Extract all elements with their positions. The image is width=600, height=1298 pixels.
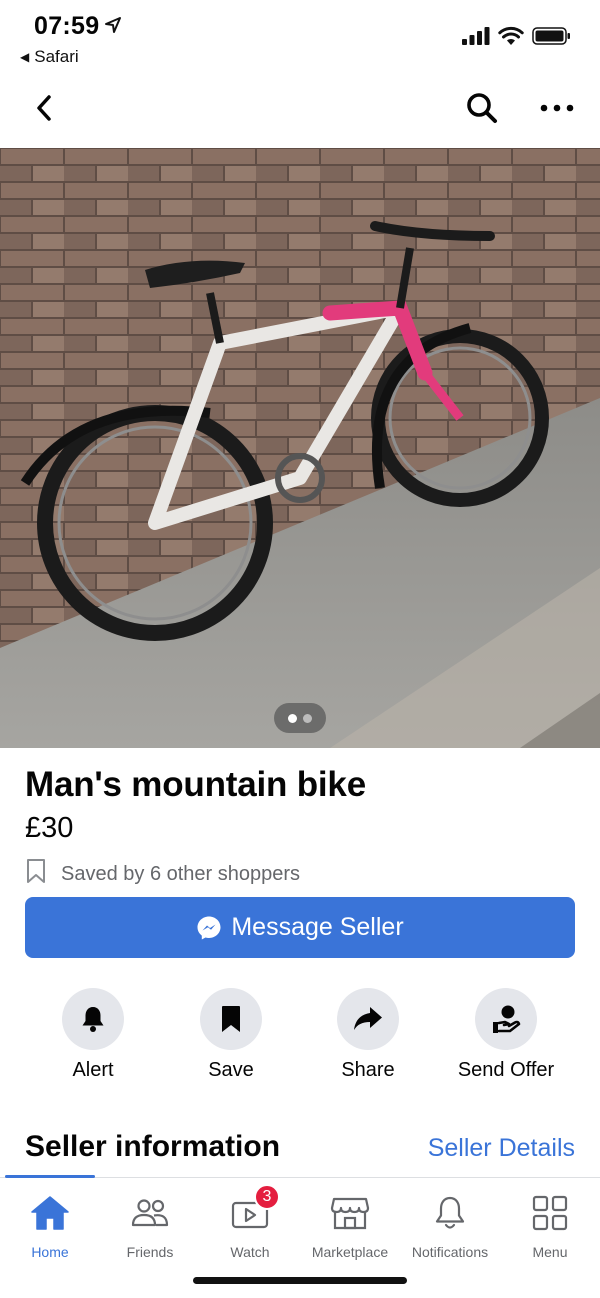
share-arrow-icon <box>337 988 399 1050</box>
tab-marketplace-label: Marketplace <box>311 1244 389 1260</box>
back-triangle-icon: ◀ <box>20 50 30 64</box>
messenger-icon <box>196 915 222 941</box>
listing-title: Man's mountain bike <box>25 765 366 804</box>
back-chevron-icon[interactable] <box>26 90 62 126</box>
tab-menu-label: Menu <box>532 1244 568 1260</box>
top-nav <box>0 78 600 148</box>
wifi-icon <box>498 26 524 51</box>
tab-watch-label: Watch <box>230 1244 270 1260</box>
back-app-label: Safari <box>34 47 79 66</box>
pagination-dot <box>303 713 312 723</box>
share-label: Share <box>341 1059 395 1081</box>
bookmark-icon <box>200 988 262 1050</box>
active-tab-indicator <box>5 1175 95 1178</box>
more-dots-icon[interactable] <box>534 90 580 126</box>
alert-label: Alert <box>72 1059 114 1081</box>
search-icon[interactable] <box>462 88 502 128</box>
tab-notifications[interactable]: Notifications <box>400 1192 500 1260</box>
saved-count: Saved by 6 other shoppers <box>25 858 300 890</box>
tab-home-label: Home <box>31 1244 69 1260</box>
battery-icon <box>532 26 572 51</box>
alert-button[interactable]: Alert <box>25 988 161 1082</box>
save-label: Save <box>208 1059 254 1081</box>
tab-menu[interactable]: Menu <box>500 1192 600 1260</box>
pagination-dot-active <box>288 713 297 723</box>
share-button[interactable]: Share <box>300 988 436 1082</box>
cellular-signal-icon <box>462 27 490 50</box>
photo-pagination[interactable] <box>274 703 326 733</box>
tab-friends-label: Friends <box>126 1244 174 1260</box>
home-icon <box>30 1192 70 1234</box>
home-indicator <box>193 1277 407 1284</box>
bookmark-outline-icon <box>25 858 47 890</box>
send-offer-button[interactable]: Send Offer <box>438 988 574 1082</box>
system-icons <box>462 26 572 51</box>
bell-outline-icon <box>432 1192 468 1234</box>
seller-information-heading: Seller information <box>25 1130 281 1163</box>
location-arrow-icon <box>104 16 122 39</box>
back-to-app-link[interactable]: ◀ Safari <box>20 47 79 67</box>
bike-photo-illustration <box>0 148 600 748</box>
listing-photo[interactable] <box>0 148 600 748</box>
watch-icon: 3 <box>230 1184 280 1234</box>
tab-notifications-label: Notifications <box>411 1244 489 1260</box>
save-button[interactable]: Save <box>163 988 299 1082</box>
tab-marketplace[interactable]: Marketplace <box>300 1192 400 1260</box>
offer-hand-icon <box>475 988 537 1050</box>
menu-grid-icon <box>532 1192 568 1234</box>
tab-watch[interactable]: 3 Watch <box>200 1184 300 1260</box>
send-offer-label: Send Offer <box>457 1059 555 1081</box>
message-seller-button[interactable]: Message Seller <box>25 897 575 958</box>
listing-price: £30 <box>25 812 74 844</box>
action-buttons: Alert Save Share Send Offer <box>25 988 575 1088</box>
status-time: 07:59 <box>34 12 100 40</box>
tab-home[interactable]: Home <box>0 1192 100 1260</box>
tab-friends[interactable]: Friends <box>100 1192 200 1260</box>
bell-icon <box>62 988 124 1050</box>
watch-badge: 3 <box>254 1184 280 1210</box>
status-bar: 07:59 ◀ Safari <box>0 0 600 80</box>
saved-text: Saved by 6 other shoppers <box>61 862 301 885</box>
seller-details-link[interactable]: Seller Details <box>428 1134 575 1163</box>
marketplace-icon <box>330 1192 370 1234</box>
message-seller-label: Message Seller <box>231 913 404 941</box>
friends-icon <box>130 1192 170 1234</box>
